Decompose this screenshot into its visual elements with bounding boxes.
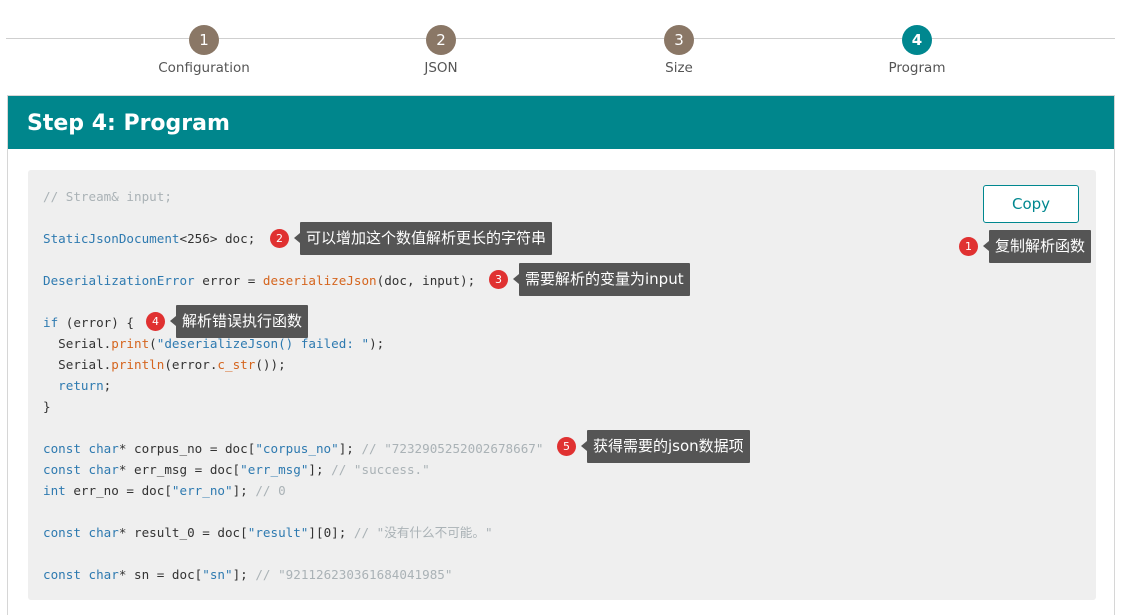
code-token: Serial. (43, 357, 112, 372)
step-program[interactable]: 4 Program (857, 25, 977, 76)
code-token: // "7232905252002678667" (361, 441, 544, 456)
step-label: Configuration (158, 60, 250, 76)
code-line: // Stream& input; (43, 186, 543, 207)
code-token: StaticJsonDocument (43, 231, 180, 246)
step-size[interactable]: 3 Size (619, 25, 739, 76)
annotation-error: 4 解析错误执行函数 (146, 305, 309, 338)
code-token: const char (43, 462, 119, 477)
program-panel: Step 4: Program // Stream& input; Static… (7, 95, 1115, 615)
code-token: } (43, 399, 51, 414)
annotation-badge: 1 (959, 237, 978, 256)
step-configuration[interactable]: 1 Configuration (144, 25, 264, 76)
code-token: ]; (232, 483, 256, 498)
code-token: err_no = doc[ (65, 483, 172, 498)
code-token: Serial. (43, 336, 112, 351)
code-token: ()); (255, 357, 286, 372)
code-token: if (43, 315, 59, 330)
code-token: // Stream& input; (43, 189, 172, 204)
code-token: error = (194, 273, 263, 288)
annotation-badge: 2 (270, 229, 289, 248)
annotation-tooltip: 复制解析函数 (982, 230, 1092, 263)
code-line: const char* result_0 = doc["result"][0];… (43, 522, 543, 543)
code-line: } (43, 396, 543, 417)
code-token: (error. (164, 357, 218, 372)
code-line: return; (43, 375, 543, 396)
code-token: // "没有什么不可能。" (353, 525, 493, 540)
annotation-badge: 5 (557, 437, 576, 456)
code-line: int err_no = doc["err_no"]; // 0 (43, 480, 543, 501)
step-number: 2 (426, 25, 456, 55)
annotation-copy: 1 复制解析函数 (959, 230, 1092, 263)
code-token: "sn" (202, 567, 233, 582)
code-token: const char (43, 441, 119, 456)
code-token: * sn = doc[ (118, 567, 203, 582)
code-token: * err_msg = doc[ (118, 462, 241, 477)
code-line: const char* sn = doc["sn"]; // "92112623… (43, 564, 543, 585)
code-token: // "921126230361684041985" (255, 567, 453, 582)
panel-title: Step 4: Program (8, 96, 1114, 149)
code-token: c_str (217, 357, 256, 372)
code-token: int (43, 483, 66, 498)
code-token: <256> doc; (179, 231, 256, 246)
code-line: const char* err_msg = doc["err_msg"]; //… (43, 459, 543, 480)
step-number: 4 (902, 25, 932, 55)
code-line: DeserializationError error = deserialize… (43, 270, 543, 291)
code-token: "err_no" (171, 483, 233, 498)
code-token: (doc, input); (376, 273, 476, 288)
step-label: Program (888, 60, 946, 76)
step-number: 3 (664, 25, 694, 55)
step-json[interactable]: 2 JSON (381, 25, 501, 76)
annotation-json-fields: 5 获得需要的json数据项 (557, 430, 750, 463)
annotation-badge: 3 (489, 270, 508, 289)
code-token: return (58, 378, 104, 393)
code-token: ]; (308, 462, 332, 477)
code-token: "result" (247, 525, 309, 540)
code-block[interactable]: // Stream& input; StaticJsonDocument<256… (28, 170, 1096, 600)
code-token: "err_msg" (240, 462, 309, 477)
step-label: Size (665, 60, 693, 76)
code-token: ]; (338, 441, 362, 456)
step-label: JSON (424, 60, 458, 76)
code-token: // "success." (331, 462, 430, 477)
annotation-tooltip: 可以增加这个数值解析更长的字符串 (293, 222, 553, 255)
code-token: ( (149, 336, 157, 351)
code-token: (error) { (58, 315, 134, 330)
code-token: ); (369, 336, 385, 351)
annotation-input: 3 需要解析的变量为input (489, 263, 690, 296)
code-line: Serial.println(error.c_str()); (43, 354, 543, 375)
stepper: 1 Configuration 2 JSON 3 Size 4 Program (0, 0, 1123, 90)
annotation-tooltip: 解析错误执行函数 (169, 305, 309, 338)
code-token: * corpus_no = doc[ (118, 441, 256, 456)
step-number: 1 (189, 25, 219, 55)
code-token: // 0 (255, 483, 286, 498)
annotation-doc-size: 2 可以增加这个数值解析更长的字符串 (270, 222, 553, 255)
code-token: ]; (232, 567, 256, 582)
code-token: const char (43, 567, 119, 582)
annotation-tooltip: 获得需要的json数据项 (581, 430, 750, 463)
code-token: println (111, 357, 165, 372)
annotation-badge: 4 (146, 312, 165, 331)
code-token: const char (43, 525, 119, 540)
code-line: const char* corpus_no = doc["corpus_no"]… (43, 438, 543, 459)
code-token: print (111, 336, 150, 351)
code-token: ][0]; (308, 525, 354, 540)
code-token: "corpus_no" (255, 441, 339, 456)
code-token: DeserializationError (43, 273, 195, 288)
code-token: * result_0 = doc[ (118, 525, 248, 540)
annotation-tooltip: 需要解析的变量为input (513, 263, 690, 296)
copy-button[interactable]: Copy (983, 185, 1079, 223)
code-token: ; (103, 378, 112, 393)
code-token: deserializeJson (262, 273, 377, 288)
code-token: "deserializeJson() failed: " (156, 336, 370, 351)
